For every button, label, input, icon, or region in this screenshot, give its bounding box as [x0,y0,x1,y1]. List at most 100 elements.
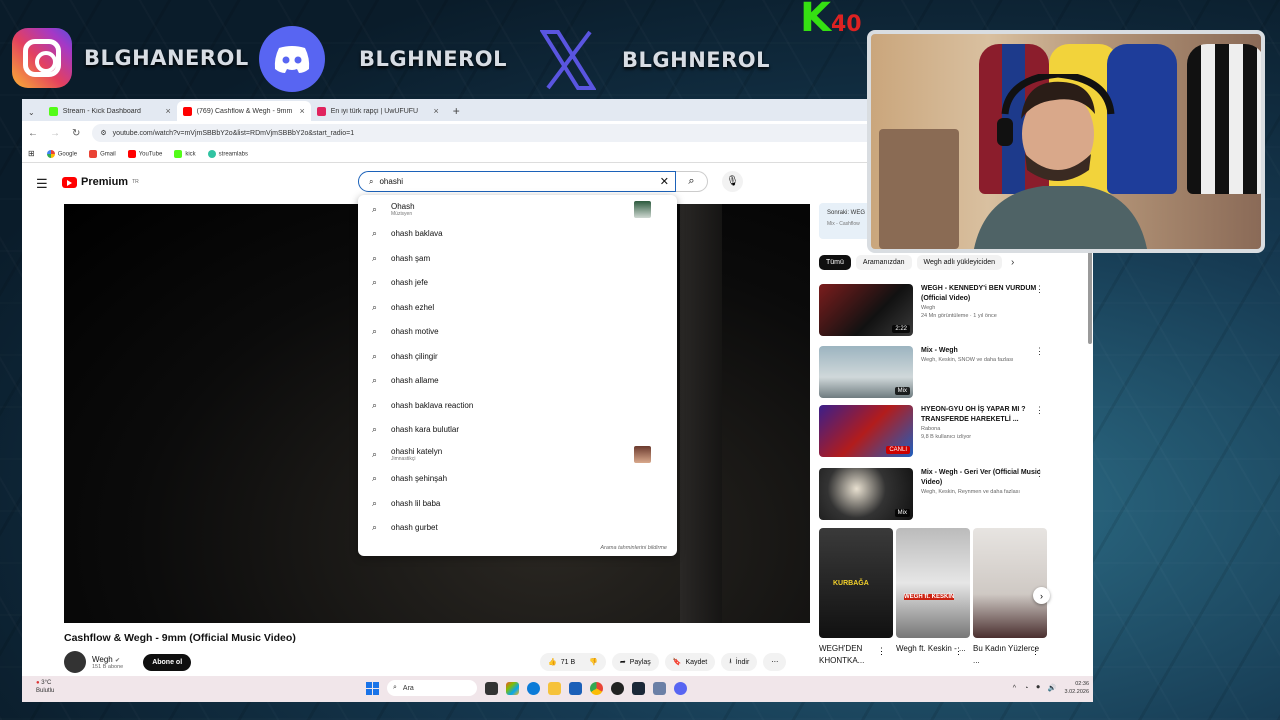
suggestion-item[interactable]: ⌕ ohash çilingir [358,344,677,369]
share-button[interactable]: ➦ Paylaş [611,653,659,671]
task-view-icon[interactable] [485,681,498,695]
windows-start-icon[interactable] [366,681,379,695]
suggestion-item[interactable]: ⌕ Ohash Müzisyen [358,197,677,222]
more-options-icon[interactable]: ⋮ [1031,646,1040,657]
video-title: Cashflow & Wegh - 9mm (Official Music Vi… [64,632,296,644]
back-icon[interactable]: ← [28,128,38,139]
save-button[interactable]: 🔖 Kaydet [664,653,716,671]
bookmark-streamlabs[interactable]: streamlabs [207,149,248,158]
obs-icon[interactable] [611,681,624,695]
reload-icon[interactable]: ↻ [72,128,80,139]
bookmark-kick[interactable]: kick [174,149,196,158]
volume-icon[interactable]: 🔊 [1048,684,1057,692]
new-tab-button[interactable]: + [445,101,468,121]
suggestion-item[interactable]: ⌕ ohash jefe [358,271,677,296]
voice-search-button[interactable]: 🎙 [722,171,743,192]
edge-icon[interactable] [527,681,540,695]
suggestion-item[interactable]: ⌕ ohash şehinşah [358,467,677,492]
recommendation-item[interactable]: CANLI HYEON-GYU OH İŞ YAPAR MI ? TRANSFE… [819,405,1069,457]
more-options-icon[interactable]: ⋮ [954,646,963,657]
short-item[interactable]: KURBAĞA WEGH'DEN KHONTKA... ⋮ [819,528,893,665]
chip-from-search[interactable]: Aramanızdan [855,255,912,270]
menu-icon[interactable]: ☰ [36,176,48,192]
like-button[interactable]: 👍 71 B 👎 [540,653,606,671]
suggestion-item[interactable]: ⌕ ohashi katelyn Jimnastikçi [358,442,677,467]
chip-from-uploader[interactable]: Wegh adlı yükleyiciden [916,255,1003,270]
close-icon[interactable]: × [299,106,304,116]
close-icon[interactable]: × [433,106,438,116]
recommendation-item[interactable]: 2:22 WEGH - KENNEDY'i BEN VURDUM (Offici… [819,284,1069,336]
channel-avatar[interactable] [64,651,86,673]
discord-handle: BLGHNEROL [259,26,507,92]
search-icon: ⌕ [369,176,374,186]
chevron-right-icon[interactable]: › [1011,257,1014,268]
more-actions-button[interactable]: ⋯ [763,653,787,671]
report-predictions-link[interactable]: Arama tahminlerini bildirme [600,545,667,551]
download-button[interactable]: ⭳ İndir [721,653,758,671]
short-item[interactable]: WEGH ft. KESKİN Wegh ft. Keskin - ... ⋮ [896,528,970,656]
close-icon[interactable]: × [165,106,170,116]
search-input[interactable]: ⌕ ohashi ✕ [358,171,676,192]
suggestion-item[interactable]: ⌕ ohash allame [358,369,677,394]
weather-widget[interactable]: ● 3°C Bulutlu [36,679,54,695]
suggestion-item[interactable]: ⌕ ohash baklava reaction [358,393,677,418]
chrome-icon[interactable] [590,681,603,695]
taskbar-search[interactable]: ⌕ Ara [387,680,477,696]
video-thumbnail: CANLI [819,405,913,457]
suggestion-item[interactable]: ⌕ ohash şam [358,246,677,271]
short-item[interactable]: Bu Kadın Yüzlerce ... ⋮ [973,528,1047,665]
suggestion-thumbnail [634,200,651,218]
settings-icon[interactable] [653,681,666,695]
suggestion-item[interactable]: ⌕ ohash lil baba [358,491,677,516]
search-button[interactable]: ⌕ [676,171,708,192]
file-explorer-icon[interactable] [548,681,561,695]
more-options-icon[interactable]: ⋮ [877,646,886,657]
suggestion-item[interactable]: ⌕ ohash kara bulutlar [358,418,677,443]
suggestion-thumbnail [634,445,651,463]
recommendation-item[interactable]: Mix Mix - Wegh - Geri Ver (Official Musi… [819,468,1069,520]
forward-icon[interactable]: → [50,128,60,139]
download-icon: ⭳ [729,657,732,665]
more-options-icon[interactable]: ⋮ [1035,405,1044,416]
more-options-icon[interactable]: ⋮ [1035,284,1044,295]
x-name: BLGHNEROL [622,48,771,72]
tab-kick-dashboard[interactable]: Stream - Kick Dashboard × [43,101,177,121]
scrollbar[interactable] [1088,249,1092,344]
bookmark-gmail[interactable]: Gmail [89,149,116,158]
apps-icon[interactable]: ⊞ [28,149,35,158]
more-options-icon[interactable]: ⋮ [1035,468,1044,479]
mic-icon[interactable]: ⏺ [1036,684,1040,692]
search-icon: ⌕ [372,252,378,263]
recommendation-item[interactable]: Mix Mix - Wegh Wegh, Keskin, SNOW ve daha… [819,346,1069,398]
kick-icon [48,106,58,116]
shorts-next-button[interactable]: › [1033,587,1050,604]
clear-search-icon[interactable]: ✕ [660,175,669,188]
chip-all[interactable]: Tümü [819,255,851,270]
more-options-icon[interactable]: ⋮ [1035,346,1044,357]
filter-chips: Tümü Aramanızdan Wegh adlı yükleyiciden … [819,255,1014,270]
tab-youtube[interactable]: (769) Cashflow & Wegh - 9mm × [176,101,311,121]
tab-uwufufu[interactable]: En iyi türk rapçi | UwUFUFU × [311,101,445,121]
suggestion-item[interactable]: ⌕ ohash baklava [358,222,677,247]
suggestion-item[interactable]: ⌕ ohash ezhel [358,295,677,320]
discord-icon[interactable] [674,681,687,695]
search-icon: ⌕ [372,448,378,459]
clock[interactable]: 02:36 3.02.2026 [1065,680,1089,696]
channel-name[interactable]: Wegh ✔ [92,655,123,664]
bookmark-youtube[interactable]: YouTube [127,149,162,158]
tab-list-icon[interactable]: ⌄ [26,108,43,121]
bookmark-google[interactable]: Google [46,149,77,158]
site-info-icon[interactable]: ⚙ [100,129,106,137]
thumbs-down-icon[interactable]: 👎 [589,658,598,666]
search-icon: ⌕ [688,175,695,187]
store-icon[interactable] [569,681,582,695]
youtube-premium-logo[interactable]: Premium TR [62,176,139,188]
chevron-up-icon[interactable]: ^ [1013,685,1016,692]
network-icon[interactable]: ◔ [1024,685,1028,692]
copilot-icon[interactable] [506,681,519,695]
suggestion-item[interactable]: ⌕ ohash gurbet [358,516,677,541]
subscribe-button[interactable]: Abone ol [143,653,192,671]
search-suggestions: ⌕ Ohash Müzisyen ⌕ ohash baklava ⌕ ohash şam… [358,195,677,556]
suggestion-item[interactable]: ⌕ ohash motive [358,320,677,345]
steam-icon[interactable] [632,681,645,695]
